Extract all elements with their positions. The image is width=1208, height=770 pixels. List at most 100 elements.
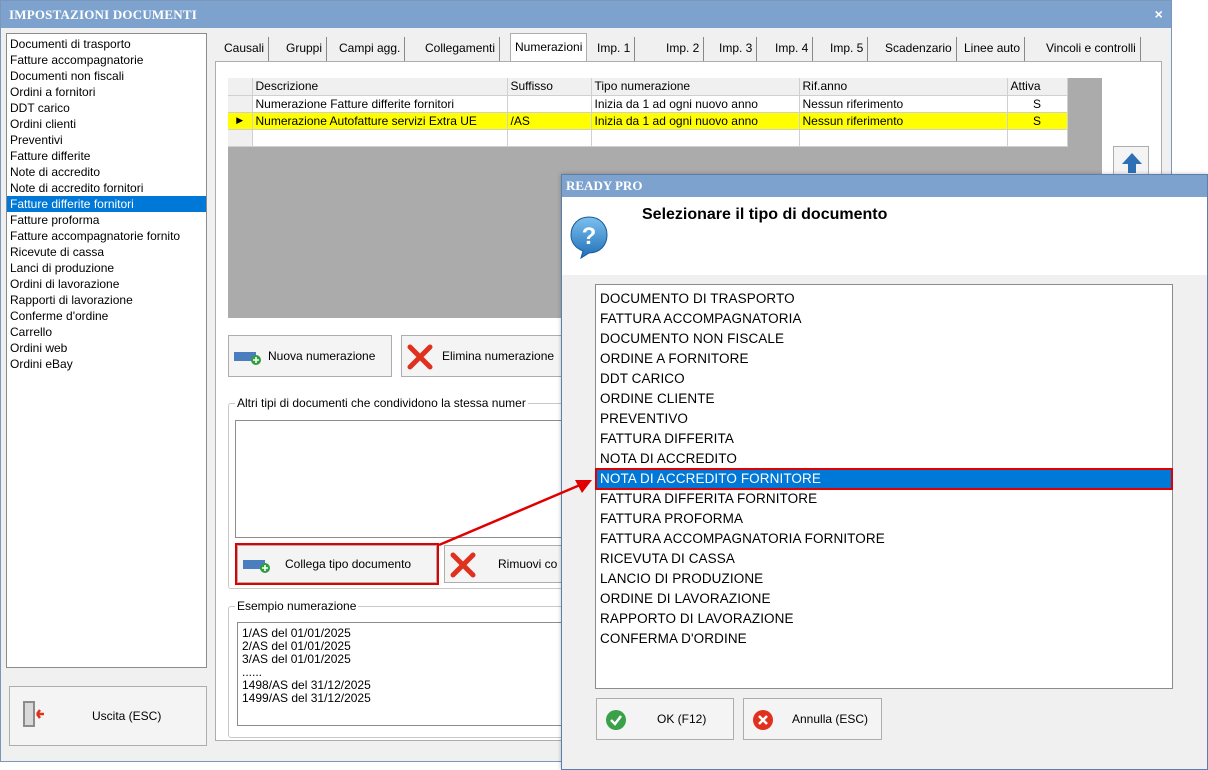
cell-attiva[interactable]: S xyxy=(1007,112,1068,130)
sidebar-item[interactable]: Fatture accompagnatorie xyxy=(7,52,206,68)
sidebar-item[interactable]: Note di accredito fornitori xyxy=(7,180,206,196)
sidebar-item[interactable]: Documenti di trasporto xyxy=(7,36,206,52)
document-type-options[interactable]: DOCUMENTO DI TRASPORTO FATTURA ACCOMPAGNA… xyxy=(595,284,1173,689)
tab-imp-5[interactable]: Imp. 5 xyxy=(826,37,869,61)
sidebar-item[interactable]: Fatture accompagnatorie fornito xyxy=(7,228,206,244)
sidebar-item[interactable]: Ordini web xyxy=(7,340,206,356)
cell-attiva[interactable]: S xyxy=(1007,95,1068,113)
document-type-option[interactable]: ORDINE DI LAVORAZIONE xyxy=(596,589,1172,609)
table-row[interactable]: ▶ Numerazione Autofatture servizi Extra U… xyxy=(228,112,1068,130)
sidebar-item[interactable]: Note di accredito xyxy=(7,164,206,180)
add-row-icon xyxy=(234,352,261,365)
table-row[interactable]: Numerazione Fatture differite fornitori I… xyxy=(228,95,1068,113)
sidebar-item[interactable]: Fatture proforma xyxy=(7,212,206,228)
document-type-list[interactable]: Documenti di trasporto Fatture accompagna… xyxy=(6,33,207,668)
cell-suffisso[interactable]: /AS xyxy=(507,112,592,130)
exit-door-icon xyxy=(23,701,44,727)
tab-imp-3[interactable]: Imp. 3 xyxy=(715,37,758,61)
sidebar-item[interactable]: Carrello xyxy=(7,324,206,340)
tab-collegamenti[interactable]: Collegamenti xyxy=(421,37,501,61)
document-type-option[interactable]: DOCUMENTO NON FISCALE xyxy=(596,329,1172,349)
example-numbering-legend: Esempio numerazione xyxy=(235,599,359,613)
column-header[interactable]: Tipo numerazione xyxy=(591,78,800,96)
sidebar-item[interactable]: Ricevute di cassa xyxy=(7,244,206,260)
tab-imp-2[interactable]: Imp. 2 xyxy=(662,37,705,61)
document-type-option[interactable]: FATTURA ACCOMPAGNATORIA FORNITORE xyxy=(596,529,1172,549)
example-line: 3/AS del 01/01/2025 xyxy=(242,652,351,666)
example-line: 1499/AS del 31/12/2025 xyxy=(242,691,371,705)
dialog-title: READY PRO xyxy=(562,175,1207,197)
empty-cell[interactable] xyxy=(252,129,508,147)
sidebar-item[interactable]: DDT carico xyxy=(7,100,206,116)
column-header[interactable]: Attiva xyxy=(1007,78,1068,96)
sidebar-item[interactable]: Conferme d'ordine xyxy=(7,308,206,324)
shared-documents-list[interactable] xyxy=(235,420,568,538)
cell-descrizione[interactable]: Numerazione Autofatture servizi Extra UE xyxy=(252,112,508,130)
sidebar-item[interactable]: Preventivi xyxy=(7,132,206,148)
column-header[interactable]: Suffisso xyxy=(507,78,592,96)
document-type-option[interactable]: FATTURA ACCOMPAGNATORIA xyxy=(596,309,1172,329)
cell-tipo[interactable]: Inizia da 1 ad ogni nuovo anno xyxy=(591,112,800,130)
close-icon[interactable]: × xyxy=(1155,1,1163,28)
document-type-option[interactable]: ORDINE CLIENTE xyxy=(596,389,1172,409)
document-type-option[interactable]: FATTURA DIFFERITA xyxy=(596,429,1172,449)
cell-tipo[interactable]: Inizia da 1 ad ogni nuovo anno xyxy=(591,95,800,113)
tab-gruppi[interactable]: Gruppi xyxy=(282,37,328,61)
empty-cell[interactable] xyxy=(591,129,800,147)
new-numbering-label: Nuova numerazione xyxy=(268,349,376,363)
cell-suffisso[interactable] xyxy=(507,95,592,113)
document-type-option[interactable]: DOCUMENTO DI TRASPORTO xyxy=(596,289,1172,309)
sidebar-item[interactable]: Fatture differite xyxy=(7,148,206,164)
sidebar-item[interactable]: Lanci di produzione xyxy=(7,260,206,276)
cell-rif-anno[interactable]: Nessun riferimento xyxy=(799,112,1008,130)
sidebar-item[interactable]: Ordini a fornitori xyxy=(7,84,206,100)
document-type-option[interactable]: NOTA DI ACCREDITO FORNITORE xyxy=(595,468,1173,490)
sidebar-item[interactable]: Documenti non fiscali xyxy=(7,68,206,84)
question-icon: ? xyxy=(570,216,608,259)
remove-link-button[interactable]: Rimuovi co xyxy=(444,545,568,583)
move-up-button[interactable] xyxy=(1113,146,1149,176)
ok-button[interactable]: OK (F12) xyxy=(596,698,734,740)
sidebar-item[interactable]: Ordini eBay xyxy=(7,356,206,372)
cell-descrizione[interactable]: Numerazione Fatture differite fornitori xyxy=(252,95,508,113)
tab-scadenzario[interactable]: Scadenzario xyxy=(881,37,957,61)
exit-button[interactable]: Uscita (ESC) xyxy=(9,686,207,746)
document-type-option[interactable]: FATTURA DIFFERITA FORNITORE xyxy=(596,489,1172,509)
new-numbering-button[interactable]: Nuova numerazione xyxy=(228,335,392,377)
tab-causali[interactable]: Causali xyxy=(220,37,270,61)
document-type-option[interactable]: RICEVUTA DI CASSA xyxy=(596,549,1172,569)
new-row[interactable] xyxy=(228,129,1068,147)
delete-numbering-button[interactable]: Elimina numerazione xyxy=(401,335,571,377)
cancel-button[interactable]: Annulla (ESC) xyxy=(743,698,882,740)
document-type-option[interactable]: LANCIO DI PRODUZIONE xyxy=(596,569,1172,589)
sidebar-item[interactable]: Ordini di lavorazione xyxy=(7,276,206,292)
tab-imp-1[interactable]: Imp. 1 xyxy=(593,37,636,61)
document-type-option[interactable]: FATTURA PROFORMA xyxy=(596,509,1172,529)
empty-cell[interactable] xyxy=(1007,129,1068,147)
tab-campi-agg-[interactable]: Campi agg. xyxy=(335,37,406,61)
cell-rif-anno[interactable]: Nessun riferimento xyxy=(799,95,1008,113)
row-indicator xyxy=(228,95,253,113)
document-type-option[interactable]: NOTA DI ACCREDITO xyxy=(596,449,1172,469)
empty-cell[interactable] xyxy=(799,129,1008,147)
sidebar-item[interactable]: Ordini clienti xyxy=(7,116,206,132)
document-type-option[interactable]: CONFERMA D'ORDINE xyxy=(596,629,1172,649)
document-type-option[interactable]: ORDINE A FORNITORE xyxy=(596,349,1172,369)
grid-corner xyxy=(228,78,253,96)
tab-imp-4[interactable]: Imp. 4 xyxy=(771,37,814,61)
sidebar-item[interactable]: Fatture differite fornitori xyxy=(7,196,206,212)
remove-link-label: Rimuovi co xyxy=(498,557,558,571)
tab-linee-auto[interactable]: Linee auto xyxy=(960,37,1026,61)
empty-cell[interactable] xyxy=(507,129,592,147)
document-type-option[interactable]: PREVENTIVO xyxy=(596,409,1172,429)
annotation-highlight-box xyxy=(235,543,439,585)
document-type-option[interactable]: DDT CARICO xyxy=(596,369,1172,389)
row-indicator[interactable] xyxy=(228,129,253,147)
column-header[interactable]: Rif.anno xyxy=(799,78,1008,96)
delete-numbering-label: Elimina numerazione xyxy=(442,349,555,363)
column-header[interactable]: Descrizione xyxy=(252,78,508,96)
document-type-option[interactable]: RAPPORTO DI LAVORAZIONE xyxy=(596,609,1172,629)
tab-vincoli-e-controlli[interactable]: Vincoli e controlli xyxy=(1042,37,1141,61)
sidebar-item[interactable]: Rapporti di lavorazione xyxy=(7,292,206,308)
tab-numerazioni[interactable]: Numerazioni xyxy=(510,33,588,62)
